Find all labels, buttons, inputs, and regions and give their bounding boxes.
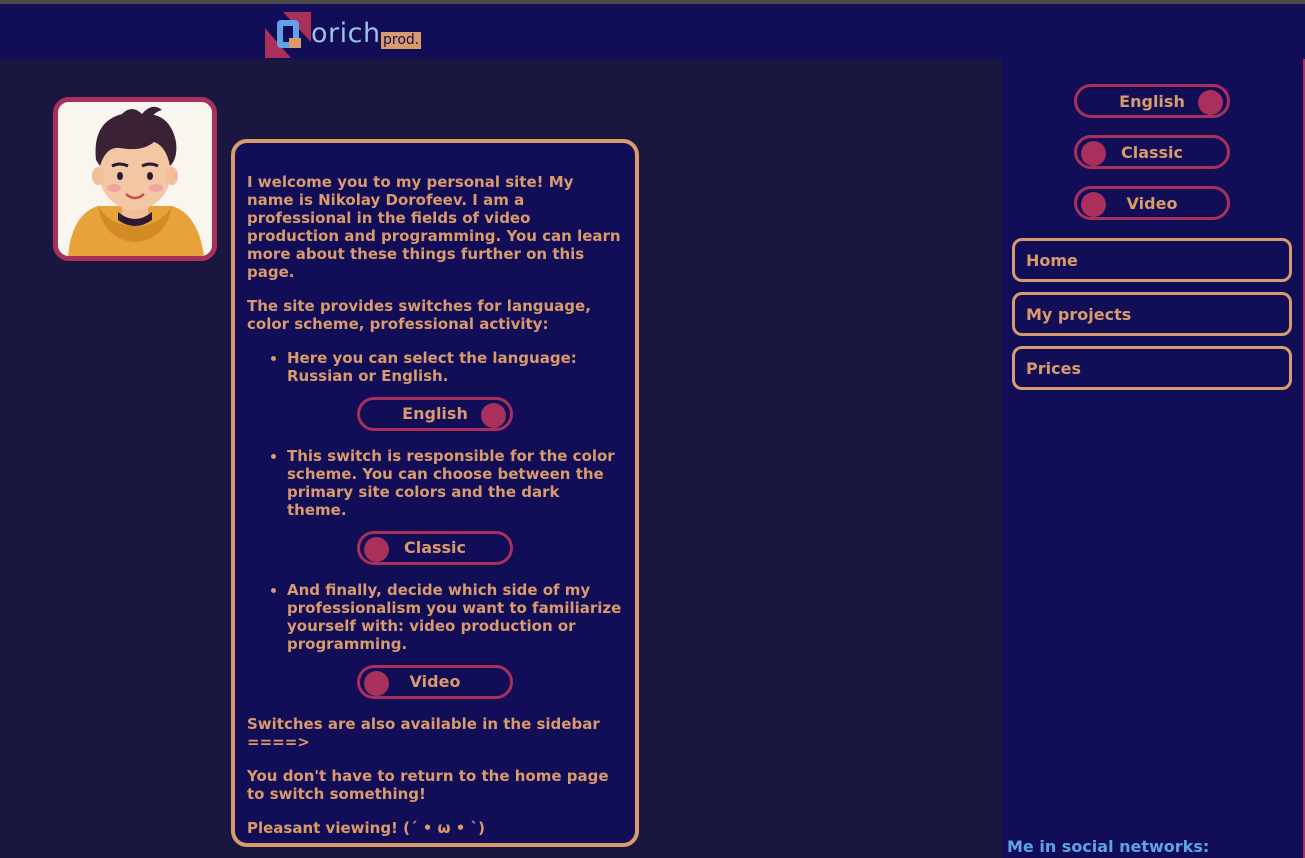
nav-item-my-projects[interactable]: My projects xyxy=(1012,292,1292,336)
switch-knob xyxy=(1198,90,1223,115)
switches-intro-text: The site provides switches for language,… xyxy=(247,297,591,333)
switch-knob xyxy=(1081,192,1106,217)
activity-description: And finally, decide which side of my pro… xyxy=(287,581,623,653)
farewell-text: Pleasant viewing! (´ • ω • `) xyxy=(247,819,485,837)
color-scheme-switch-label: Classic xyxy=(403,538,467,557)
welcome-card: I welcome you to my personal site! My na… xyxy=(231,139,639,847)
sidebar-color-scheme-switch-label: Classic xyxy=(1120,142,1184,162)
sidebar-activity-switch-label: Video xyxy=(1126,193,1178,213)
language-switch-label: English xyxy=(402,404,468,423)
sidebar: English Classic Video Home My projects P… xyxy=(1002,59,1305,858)
switch-knob xyxy=(481,403,506,428)
language-description: Here you can select the language: Russia… xyxy=(287,349,623,385)
language-switch[interactable]: English xyxy=(357,397,513,431)
no-return-note: You don't have to return to the home pag… xyxy=(247,767,609,803)
logo-mark-icon xyxy=(265,12,311,58)
nav-item-label: My projects xyxy=(1026,304,1132,324)
switch-knob xyxy=(1081,141,1106,166)
sidebar-color-scheme-switch[interactable]: Classic xyxy=(1074,135,1230,169)
switch-description-list: Here you can select the language: Russia… xyxy=(287,349,623,699)
sidebar-note: Switches are also available in the sideb… xyxy=(247,715,600,751)
activity-switch[interactable]: Video xyxy=(357,665,513,699)
social-networks-label: Me in social networks: xyxy=(1007,837,1210,856)
nav-item-label: Home xyxy=(1026,250,1078,270)
sidebar-activity-switch[interactable]: Video xyxy=(1074,186,1230,220)
logo-word: orich xyxy=(311,18,381,49)
sidebar-language-switch[interactable]: English xyxy=(1074,84,1230,118)
sidebar-language-switch-label: English xyxy=(1119,91,1185,111)
activity-switch-label: Video xyxy=(409,672,461,691)
avatar-illustration-icon xyxy=(58,102,212,256)
nav-item-prices[interactable]: Prices xyxy=(1012,346,1292,390)
nav-item-label: Prices xyxy=(1026,358,1081,378)
avatar xyxy=(53,97,217,261)
switch-knob xyxy=(364,671,389,696)
color-scheme-switch[interactable]: Classic xyxy=(357,531,513,565)
intro-text: I welcome you to my personal site! My na… xyxy=(247,173,621,281)
site-logo[interactable]: orich prod. xyxy=(265,12,435,58)
color-scheme-description: This switch is responsible for the color… xyxy=(287,447,623,519)
logo-suffix: prod. xyxy=(381,32,422,49)
switch-knob xyxy=(364,537,389,562)
nav-item-home[interactable]: Home xyxy=(1012,238,1292,282)
site-header: orich prod. xyxy=(0,4,1305,59)
